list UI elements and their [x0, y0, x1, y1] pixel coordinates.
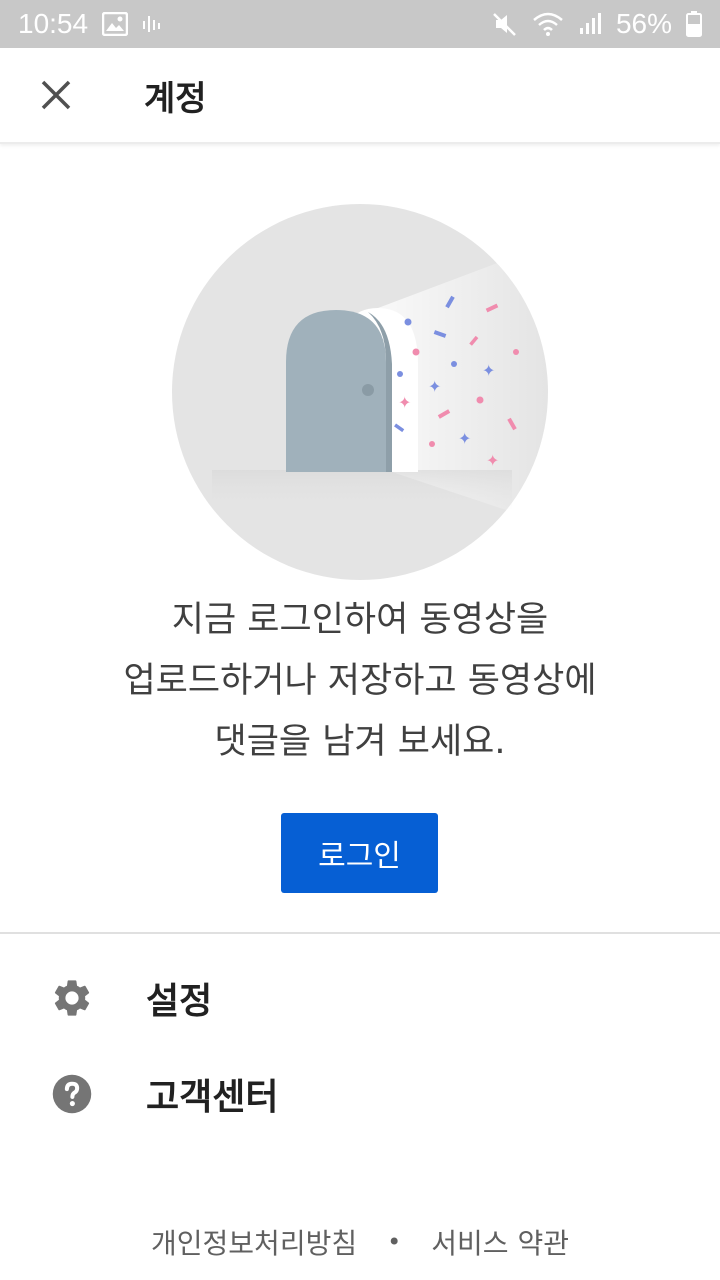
menu-item-label: 고객센터 — [146, 1077, 279, 1118]
prompt-line-1: 지금 로그인하여 동영상을 — [171, 600, 549, 640]
menu-item-settings[interactable]: 설정 — [0, 950, 720, 1046]
signal-icon — [578, 12, 602, 36]
privacy-policy-link[interactable]: 개인정보처리방침 — [151, 1222, 357, 1262]
menu-item-help[interactable]: 고객센터 — [0, 1046, 720, 1142]
account-menu: 설정 고객센터 — [0, 950, 720, 1142]
svg-text:✦: ✦ — [482, 361, 495, 380]
status-time: 10:54 — [18, 8, 89, 39]
image-icon — [102, 12, 129, 36]
close-icon — [41, 80, 71, 110]
menu-item-label: 설정 — [146, 981, 213, 1022]
terms-of-service-link[interactable]: 서비스 약관 — [431, 1222, 569, 1262]
help-icon — [50, 1072, 94, 1116]
login-button[interactable]: 로그인 — [281, 813, 438, 893]
battery-percent: 56% — [615, 8, 672, 39]
audio-bars-icon — [142, 13, 164, 35]
page-title: 계정 — [144, 78, 207, 119]
status-bar-left: 10:54 — [18, 8, 164, 40]
svg-text:✦: ✦ — [398, 393, 411, 412]
mute-icon — [492, 11, 518, 37]
battery-icon — [686, 11, 702, 37]
divider — [0, 932, 720, 934]
gear-icon — [50, 976, 94, 1020]
status-bar-right: 56% — [492, 8, 702, 40]
footer-separator: • — [387, 1228, 402, 1256]
prompt-line-2: 업로드하거나 저장하고 동영상에 — [123, 661, 597, 701]
door-with-confetti-illustration: ✦ ✦ ✦ ✦ ✦ — [172, 204, 548, 580]
status-bar: 10:54 56% — [0, 0, 720, 48]
svg-text:✦: ✦ — [458, 429, 471, 448]
app-bar: 계정 — [0, 48, 720, 144]
svg-text:✦: ✦ — [428, 377, 441, 396]
wifi-icon — [532, 11, 564, 37]
sign-in-prompt: 지금 로그인하여 동영상을 업로드하거나 저장하고 동영상에 댓글을 남겨 보세… — [60, 590, 660, 773]
close-button[interactable] — [26, 65, 86, 125]
prompt-line-3: 댓글을 남겨 보세요. — [214, 722, 506, 762]
svg-text:✦: ✦ — [486, 451, 499, 470]
footer-links: 개인정보처리방침 • 서비스 약관 — [0, 1222, 720, 1262]
